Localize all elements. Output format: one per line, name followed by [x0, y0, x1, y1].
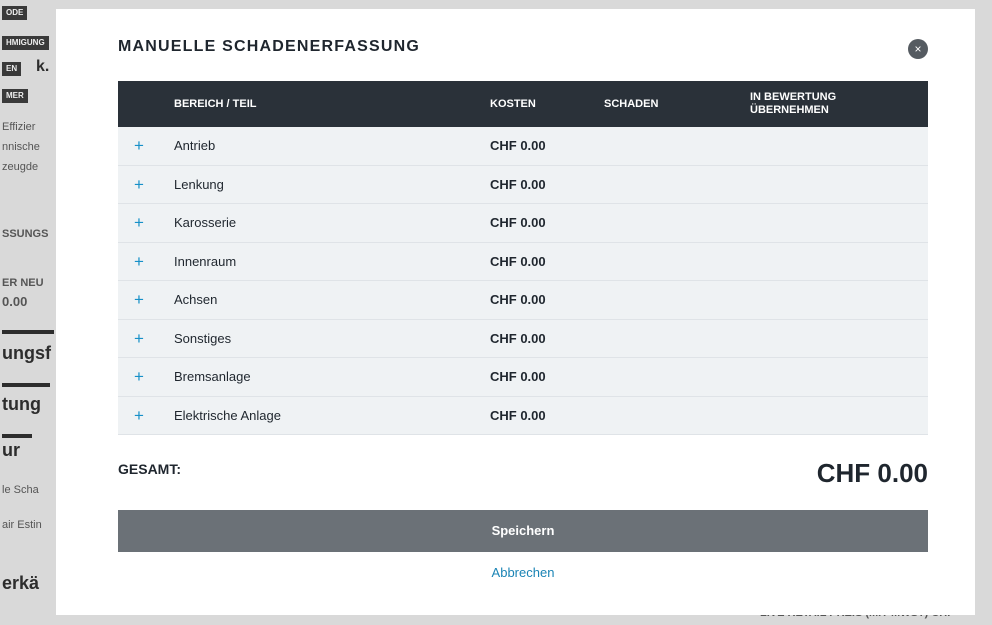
background-heading: ungsf [2, 343, 51, 363]
part-cost: CHF 0.00 [490, 138, 546, 153]
background-sidebar: ODE HMIGUNG EN k. MER Effizier nnische z… [0, 0, 56, 625]
expand-icon[interactable]: + [134, 320, 144, 358]
background-text: nnische [2, 141, 40, 153]
column-header-cost: KOSTEN [490, 97, 536, 110]
part-cost: CHF 0.00 [490, 407, 546, 423]
background-text: 0.00 [2, 294, 28, 309]
part-name: Sonstiges [174, 330, 232, 346]
part-name: Bremsanlage [174, 369, 251, 384]
close-icon[interactable]: × [908, 39, 928, 59]
expand-icon[interactable]: + [134, 243, 144, 281]
background-tag: MER [2, 89, 28, 103]
background-text: k. [36, 58, 50, 75]
table-row: + Elektrische Anlage CHF 0.00 [118, 396, 928, 435]
expand-icon[interactable]: + [134, 166, 144, 204]
part-name: Lenkung [174, 176, 224, 192]
background-text: Effizier [2, 121, 36, 133]
damage-entry-modal: MANUELLE SCHADENERFASSUNG × BEREICH / TE… [56, 9, 975, 615]
background-text: le Scha [2, 484, 39, 496]
expand-icon[interactable]: + [134, 397, 144, 435]
total-label: GESAMT: [118, 461, 181, 477]
part-name: Achsen [174, 292, 218, 307]
table-row: + Innenraum CHF 0.00 [118, 242, 928, 281]
background-text: ER NEU [2, 277, 44, 289]
modal-title: MANUELLE SCHADENERFASSUNG [118, 38, 421, 55]
table-row: + Achsen CHF 0.00 [118, 281, 928, 320]
table-row: + Bremsanlage CHF 0.00 [118, 358, 928, 397]
background-heading: tung [2, 394, 41, 414]
column-header-damage: SCHADEN [604, 97, 659, 110]
part-cost: CHF 0.00 [490, 215, 546, 230]
background-tag: ODE [2, 6, 28, 20]
column-header-adopt: IN BEWERTUNG ÜBERNEHMEN [750, 91, 837, 116]
part-cost: CHF 0.00 [490, 253, 546, 269]
table-row: + Karosserie CHF 0.00 [118, 204, 928, 243]
table-row: + Antrieb CHF 0.00 [118, 127, 928, 166]
part-cost: CHF 0.00 [490, 330, 546, 346]
column-header-part: BEREICH / TEIL [174, 97, 257, 110]
background-heading: ur [2, 440, 20, 460]
part-name: Antrieb [174, 138, 216, 153]
table-row: + Sonstiges CHF 0.00 [118, 319, 928, 358]
background-divider [2, 434, 32, 438]
part-name: Elektrische Anlage [174, 407, 281, 423]
damage-table: BEREICH / TEIL KOSTEN SCHADEN IN BEWERTU… [118, 81, 928, 435]
background-tag: HMIGUNG [2, 36, 49, 50]
cancel-link[interactable]: Abbrechen [118, 565, 928, 580]
background-heading: erkä [2, 573, 40, 593]
expand-icon[interactable]: + [134, 358, 144, 396]
background-text: air Estin [2, 519, 42, 531]
table-header: BEREICH / TEIL KOSTEN SCHADEN IN BEWERTU… [118, 81, 928, 127]
table-row: + Lenkung CHF 0.00 [118, 165, 928, 204]
part-cost: CHF 0.00 [490, 292, 546, 307]
background-text: SSUNGS [2, 228, 49, 240]
part-cost: CHF 0.00 [490, 369, 546, 384]
expand-icon[interactable]: + [134, 281, 144, 319]
expand-icon[interactable]: + [134, 204, 144, 242]
part-name: Karosserie [174, 215, 237, 230]
part-name: Innenraum [174, 253, 237, 269]
background-divider [2, 330, 54, 334]
part-cost: CHF 0.00 [490, 176, 546, 192]
expand-icon[interactable]: + [134, 127, 144, 165]
total-value: CHF 0.00 [816, 458, 928, 488]
save-button[interactable]: Speichern [118, 510, 928, 552]
background-tag: EN [2, 62, 22, 76]
background-divider [2, 383, 50, 387]
background-text: zeugde [2, 161, 39, 173]
